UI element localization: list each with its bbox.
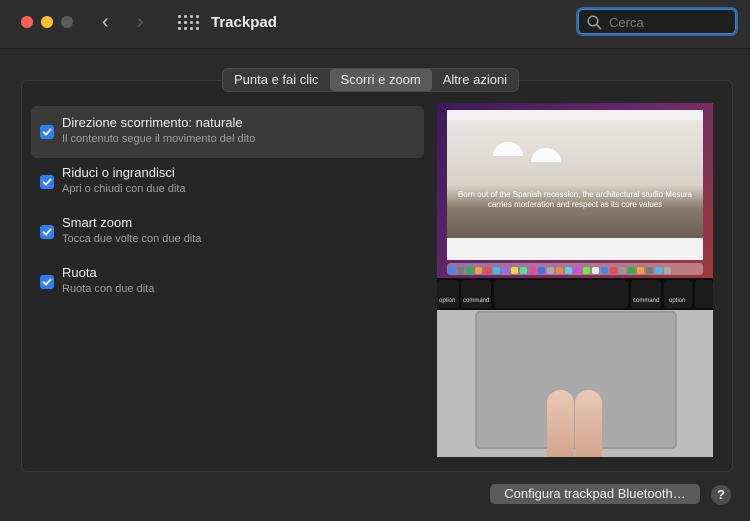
search-placeholder: Cerca bbox=[609, 15, 644, 30]
key-command-left: command bbox=[461, 280, 491, 308]
lamp-shape bbox=[531, 148, 561, 162]
tab-bar: Punta e fai clic Scorri e zoom Altre azi… bbox=[222, 68, 520, 92]
preview-browser-window: Born out of the Spanish recession, the a… bbox=[447, 110, 703, 260]
tab-point-and-click[interactable]: Punta e fai clic bbox=[223, 69, 330, 91]
preview-dock bbox=[447, 263, 703, 275]
title-bar: ‹ › Trackpad Cerca bbox=[0, 0, 750, 49]
window-title: Trackpad bbox=[211, 14, 277, 31]
preview-screen: Born out of the Spanish recession, the a… bbox=[437, 103, 713, 278]
checkmark-icon bbox=[42, 178, 52, 186]
checkbox-zoom-in-out[interactable] bbox=[40, 175, 54, 189]
finger-shape bbox=[575, 390, 602, 457]
help-button[interactable]: ? bbox=[711, 485, 731, 505]
preview-photo: Born out of the Spanish recession, the a… bbox=[447, 120, 703, 238]
preview-headline: Born out of the Spanish recession, the a… bbox=[458, 190, 692, 209]
option-rotate[interactable]: Ruota Ruota con due dita bbox=[31, 256, 424, 308]
key-label: command bbox=[633, 298, 660, 304]
show-all-grid-icon[interactable] bbox=[178, 15, 199, 33]
option-title: Direzione scorrimento: naturale bbox=[62, 115, 243, 130]
option-title: Riduci o ingrandisci bbox=[62, 165, 175, 180]
configure-bluetooth-trackpad-button[interactable]: Configura trackpad Bluetooth… bbox=[490, 484, 700, 504]
option-subtitle: Tocca due volte con due dita bbox=[62, 233, 202, 245]
key-arrow bbox=[695, 280, 713, 308]
option-smart-zoom[interactable]: Smart zoom Tocca due volte con due dita bbox=[31, 206, 424, 258]
key-option-left: option bbox=[437, 280, 459, 308]
option-zoom-in-out[interactable]: Riduci o ingrandisci Apri o chiudi con d… bbox=[31, 156, 424, 208]
key-space bbox=[494, 280, 628, 308]
finger-shape bbox=[547, 390, 574, 457]
checkbox-rotate[interactable] bbox=[40, 275, 54, 289]
key-option-right: option bbox=[664, 280, 692, 308]
key-label: option bbox=[669, 298, 686, 304]
key-label: option bbox=[439, 298, 456, 304]
tab-more-gestures[interactable]: Altre azioni bbox=[432, 69, 518, 91]
forward-arrow-icon[interactable]: › bbox=[137, 12, 144, 32]
key-command-right: command bbox=[631, 280, 661, 308]
search-icon bbox=[587, 15, 602, 30]
gesture-preview-video: Born out of the Spanish recession, the a… bbox=[437, 103, 713, 457]
minimize-button[interactable] bbox=[41, 16, 53, 28]
option-title: Ruota bbox=[62, 265, 97, 280]
option-title: Smart zoom bbox=[62, 215, 133, 230]
back-arrow-icon[interactable]: ‹ bbox=[102, 12, 109, 32]
checkmark-icon bbox=[42, 128, 52, 136]
checkmark-icon bbox=[42, 228, 52, 236]
lamp-shape bbox=[493, 142, 523, 156]
option-subtitle: Il contenuto segue il movimento del dito bbox=[62, 133, 256, 145]
zoom-button[interactable] bbox=[61, 16, 73, 28]
option-subtitle: Ruota con due dita bbox=[62, 283, 155, 295]
preview-keyboard: option command command option bbox=[437, 278, 713, 310]
close-button[interactable] bbox=[21, 16, 33, 28]
tab-scroll-and-zoom[interactable]: Scorri e zoom bbox=[329, 69, 432, 91]
checkbox-natural-scrolling[interactable] bbox=[40, 125, 54, 139]
checkmark-icon bbox=[42, 278, 52, 286]
key-label: command bbox=[463, 298, 490, 304]
option-natural-scrolling[interactable]: Direzione scorrimento: naturale Il conte… bbox=[31, 106, 424, 158]
checkbox-smart-zoom[interactable] bbox=[40, 225, 54, 239]
search-field[interactable]: Cerca bbox=[576, 7, 738, 36]
option-subtitle: Apri o chiudi con due dita bbox=[62, 183, 186, 195]
